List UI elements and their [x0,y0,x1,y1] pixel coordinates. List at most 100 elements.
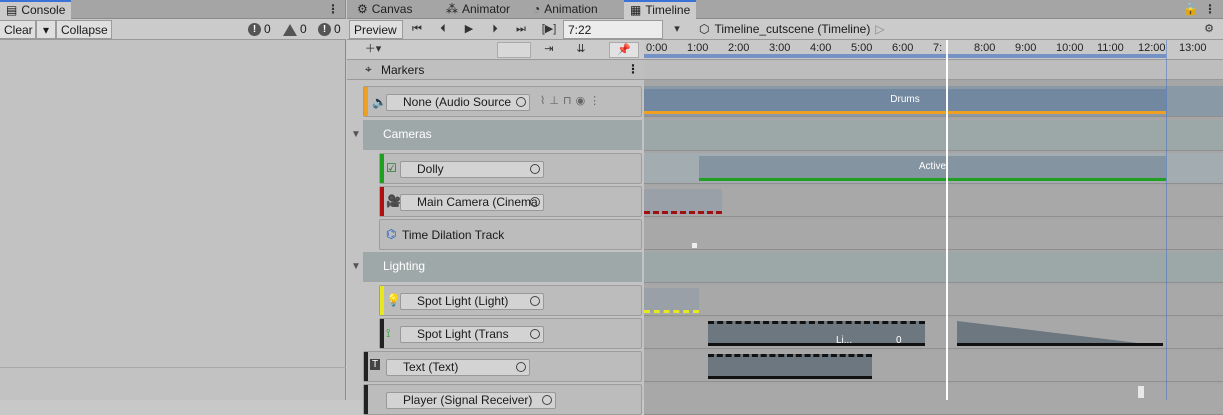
clip-camera[interactable] [644,189,722,214]
tick-label: 1:00 [687,42,709,54]
time-field[interactable]: 7:22 [563,20,663,39]
playhead[interactable] [946,40,948,400]
clear-button[interactable]: Clear [0,20,36,39]
curves-icon[interactable]: ⌇ [540,94,545,107]
marker-icon: ⌖ [365,62,372,76]
warning-counter[interactable]: 0 [283,20,307,39]
timeline-panel: ⚙ Canvas ⁂ Animator ◔ Animation ▦ Timeli… [347,0,1223,415]
tick-label: 12:00 [1138,42,1166,54]
lock-icon[interactable]: 🔒 [1183,0,1198,19]
light-icon: 💡 [386,293,401,307]
track-dolly[interactable]: ☑ Dolly [379,153,642,184]
play-icon[interactable]: ▶ [457,20,481,39]
expand-arrow-icon[interactable]: ▼ [351,261,361,272]
track-time-dilation[interactable]: ⌬ Time Dilation Track [379,219,642,250]
track-spot-light[interactable]: 💡 Spot Light (Light) [379,285,642,316]
add-track-icon[interactable]: ＋▾ [361,40,385,59]
clip-lanes: Drums Active Li... 0 [644,80,1223,415]
time-format-dropdown-icon[interactable]: ▾ [665,20,689,39]
clip-text[interactable] [708,354,872,379]
object-picker-icon[interactable] [530,164,540,174]
tab-timeline[interactable]: ▦ Timeline [624,0,697,19]
time-ruler[interactable]: 0:00 1:00 2:00 3:00 4:00 5:00 6:00 7: 8:… [644,40,1223,60]
prev-frame-icon[interactable]: ⏴ [431,20,455,39]
info-icon: ! [248,23,261,36]
console-panel: ▤ Console ⋮ Clear ▾ Collapse ! 0 0 ! 0 [0,0,346,400]
main-camera-field[interactable]: Main Camera (Cinema [400,194,544,211]
error-counter[interactable]: ! 0 [318,20,341,39]
track-spot-light-transform[interactable]: ⟟ Spot Light (Trans [379,318,642,349]
tab-animator[interactable]: ⁂ Animator [440,0,516,19]
info-counter[interactable]: ! 0 [248,20,271,39]
eye-icon[interactable]: ◉ [576,94,586,107]
tab-animation[interactable]: ◔ Animation [527,0,604,19]
main-camera-label: Main Camera (Cinema [417,195,538,209]
tick-label: 3:00 [769,42,791,54]
preview-button[interactable]: Preview [349,20,403,39]
goto-end-icon[interactable]: ⏭ [509,20,533,39]
track-menu-icon[interactable]: ⋮ [589,94,600,107]
markers-row: ⌖ Markers ⋮ [347,60,644,80]
settings-icon[interactable]: ⚙ [1197,20,1221,39]
track-color-bar [380,286,384,315]
object-picker-icon[interactable] [530,329,540,339]
timeline-end-line [1166,40,1167,400]
clear-dropdown-icon[interactable]: ▾ [36,20,56,39]
clip-transform-b[interactable] [957,321,1163,346]
clip-light[interactable] [644,288,699,313]
object-picker-icon[interactable] [530,197,540,207]
object-picker-icon[interactable] [542,395,552,405]
track-audio[interactable]: 🔈 None (Audio Source ⌇ ⊥ ⊓ ◉ ⋮ [363,86,642,117]
player-field[interactable]: Player (Signal Receiver) [386,392,556,409]
clip-active-label: Active [918,161,947,172]
clip-zero-label: 0 [896,335,902,346]
audio-icon: 🔈 [372,95,387,109]
clip-transform-a[interactable]: Li... 0 [708,321,925,346]
markers-menu-icon[interactable]: ⋮ [627,62,639,76]
group-label: Cameras [383,127,432,141]
markers-lane[interactable] [644,60,1223,80]
spot-light-field[interactable]: Spot Light (Light) [400,293,544,310]
info-count: 0 [264,22,271,36]
snap-icon[interactable]: ⇊ [569,40,593,59]
timeline-menu-icon[interactable]: ⋮ [1203,0,1217,19]
collapse-button[interactable]: Collapse [56,20,112,39]
tab-animator-label: Animator [462,2,511,16]
clip-edit-mode-icon[interactable]: ⇥ [537,40,561,59]
track-main-camera[interactable]: 🎥 Main Camera (Cinema [379,186,642,217]
lane-lighting-group [644,252,1223,283]
spot-light-transform-field[interactable]: Spot Light (Trans [400,326,544,343]
text-label: Text (Text) [403,360,459,374]
object-picker-icon[interactable] [516,97,526,107]
pin-icon[interactable]: ⊥ [549,94,559,107]
lock-icon[interactable]: ⊓ [563,94,572,107]
dolly-field[interactable]: Dolly [400,161,544,178]
dilation-key[interactable] [692,243,697,248]
audio-source-label: None (Audio Source [403,95,512,109]
breadcrumb[interactable]: ⬡ Timeline_cutscene (Timeline) ▷ [699,21,885,38]
clip-drums[interactable]: Drums [644,89,1166,114]
goto-start-icon[interactable]: ⏮ [405,20,429,39]
text-field[interactable]: Text (Text) [386,359,530,376]
lane-dolly: Active [644,153,1223,184]
play-range-button[interactable]: [▶] [535,20,563,39]
pin-icon[interactable]: 📌 [609,42,639,58]
player-label: Player (Signal Receiver) [403,393,533,407]
console-menu-icon[interactable]: ⋮ [326,0,340,19]
audio-source-field[interactable]: None (Audio Source [386,94,530,111]
curves-toggle-icon[interactable] [497,42,531,58]
clip-active[interactable]: Active [699,156,1166,181]
breadcrumb-arrow-icon: ▷ [875,22,885,36]
tab-canvas[interactable]: ⚙ Canvas [351,0,418,19]
track-text[interactable]: T Text (Text) [363,351,642,382]
group-lighting[interactable]: Lighting [363,252,642,282]
object-picker-icon[interactable] [530,296,540,306]
object-picker-icon[interactable] [516,362,526,372]
tick-label: 6:00 [892,42,914,54]
expand-arrow-icon[interactable]: ▼ [351,129,361,140]
next-frame-icon[interactable]: ⏵ [483,20,507,39]
activation-icon: ☑ [386,161,397,175]
signal-marker-icon[interactable] [1138,386,1144,398]
tab-console[interactable]: ▤ Console [0,0,72,19]
group-cameras[interactable]: Cameras [363,120,642,150]
